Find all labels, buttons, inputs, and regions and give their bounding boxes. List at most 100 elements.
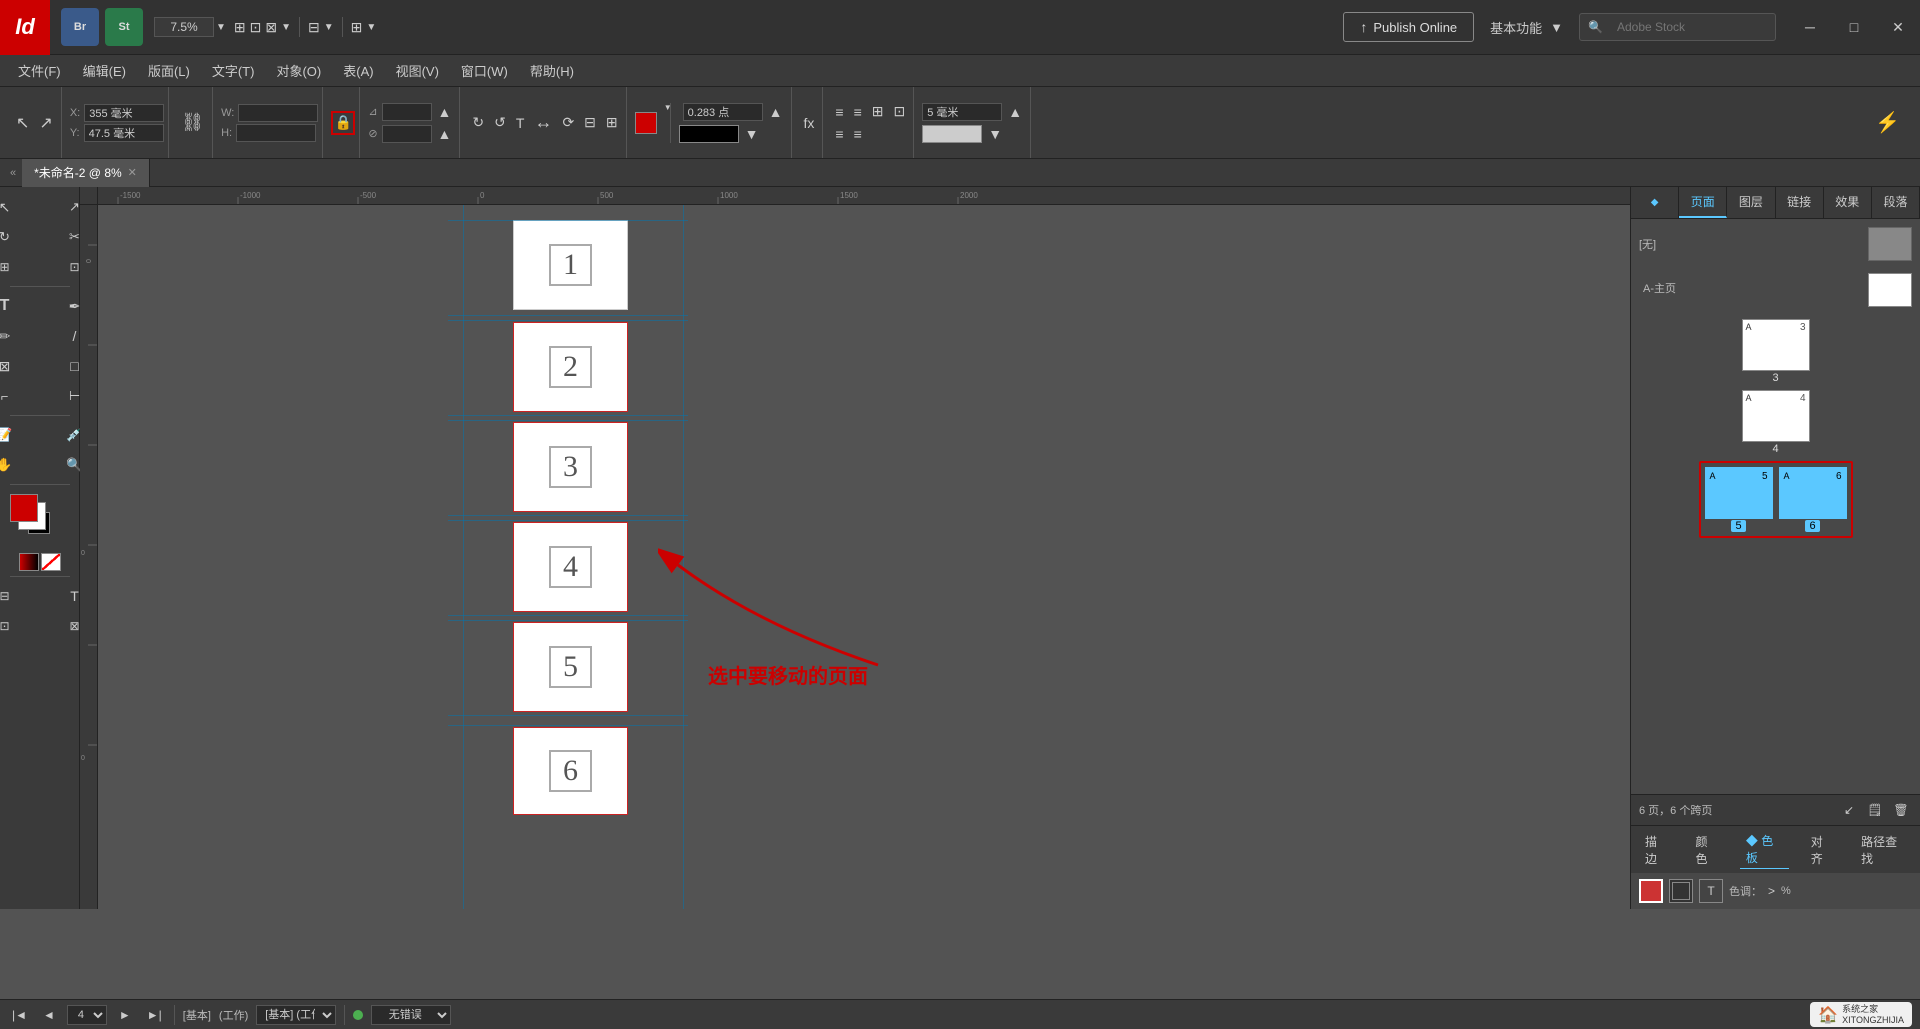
menu-window[interactable]: 窗口(W): [451, 57, 518, 84]
rotate-ccw-icon[interactable]: ↺: [490, 112, 510, 133]
measure-input[interactable]: [922, 103, 1002, 121]
page-number-select[interactable]: 4: [67, 1005, 107, 1025]
expand-icon[interactable]: ⊡: [889, 101, 909, 122]
fx-icon[interactable]: fx: [800, 113, 819, 133]
text-tool[interactable]: T: [0, 292, 39, 320]
tab-color[interactable]: 颜色: [1689, 831, 1723, 869]
bridge-icon[interactable]: Br: [61, 8, 99, 46]
page-2[interactable]: 2: [513, 322, 628, 412]
x-input[interactable]: [84, 104, 164, 122]
page-row-3[interactable]: A 3 3: [1742, 319, 1810, 384]
page-thumb-4[interactable]: A 4: [1742, 390, 1810, 442]
menu-edit[interactable]: 编辑(E): [73, 57, 136, 84]
y-input[interactable]: [84, 124, 164, 142]
shear-up[interactable]: ▲: [434, 124, 456, 144]
select-tool[interactable]: ↖: [12, 111, 33, 135]
menu-file[interactable]: 文件(F): [8, 57, 71, 84]
page-3[interactable]: 3: [513, 422, 628, 512]
page-thumb-6[interactable]: A 6: [1779, 467, 1847, 519]
toolbar-icon-1[interactable]: ⊞: [234, 19, 246, 36]
tab-stroke[interactable]: 描边: [1639, 831, 1673, 869]
layer-tool[interactable]: ⊡: [0, 612, 39, 640]
toolbar-dropdown-3[interactable]: ▼: [366, 22, 376, 33]
flip-v-icon[interactable]: ⟳: [558, 112, 578, 133]
note-tool[interactable]: 📝: [0, 421, 39, 449]
page-5[interactable]: 5: [513, 622, 628, 712]
panel-new-page-btn[interactable]: 🗒: [1864, 799, 1886, 821]
stroke-dropdown[interactable]: ▼: [741, 124, 763, 144]
pencil-tool[interactable]: ✏: [0, 322, 39, 350]
last-page-btn[interactable]: ►|: [143, 1008, 166, 1022]
flip-h-icon[interactable]: ↔: [530, 110, 556, 135]
page-thumb-3[interactable]: A 3: [1742, 319, 1810, 371]
tab-align[interactable]: 对齐: [1805, 831, 1839, 869]
page-row-4[interactable]: A 4 4: [1742, 390, 1810, 455]
align-center-icon[interactable]: ≡: [850, 102, 866, 122]
rotate-cw-icon[interactable]: ↻: [468, 112, 488, 133]
angle-input[interactable]: [382, 103, 432, 121]
toolbar-icon-5[interactable]: ⊞: [351, 19, 363, 36]
menu-view[interactable]: 视图(V): [386, 57, 449, 84]
swatch-text[interactable]: T: [1699, 879, 1723, 903]
select-tool-left[interactable]: ↖: [0, 193, 39, 221]
tab-panel-links[interactable]: 链接: [1776, 187, 1824, 218]
frame-tool[interactable]: ⊠: [0, 352, 39, 380]
page-row-5[interactable]: A 5 5: [1705, 467, 1773, 532]
menu-object[interactable]: 对象(O): [266, 57, 331, 84]
gradient-swatch[interactable]: [19, 553, 39, 571]
measure-up[interactable]: ▲: [1004, 102, 1026, 122]
master-a-thumb[interactable]: [1868, 273, 1912, 307]
toolbar-icon-2[interactable]: ⊡: [250, 19, 262, 36]
align-right-icon[interactable]: ⊞: [868, 101, 888, 122]
pages-canvas[interactable]: 1 2 3: [98, 205, 1630, 909]
tone-arrow[interactable]: >: [1768, 884, 1775, 898]
collapse-left-icon[interactable]: «: [4, 167, 22, 179]
tab-panel-layers[interactable]: 图层: [1727, 187, 1775, 218]
swatch-red[interactable]: [1639, 879, 1663, 903]
rect-frame-tool[interactable]: ⊟: [0, 582, 39, 610]
distribute-icon[interactable]: ⊟: [580, 112, 600, 133]
h-input[interactable]: [236, 124, 316, 142]
angle-up[interactable]: ▲: [434, 102, 456, 122]
error-dropdown[interactable]: 无错误: [371, 1005, 451, 1025]
page-1[interactable]: 1: [513, 220, 628, 310]
panel-delete-page-btn[interactable]: 🗑: [1890, 799, 1912, 821]
shear-input[interactable]: [382, 125, 432, 143]
zoom-dropdown-icon[interactable]: ▼: [216, 22, 226, 33]
align-left2-icon[interactable]: ≡: [831, 124, 847, 144]
menu-help[interactable]: 帮助(H): [520, 57, 584, 84]
zoom-input[interactable]: 7.5%: [154, 17, 214, 37]
align-icon[interactable]: ⊞: [602, 112, 622, 133]
toolbar-dropdown-2[interactable]: ▼: [324, 22, 334, 33]
toolbar-icon-3[interactable]: ⊠: [265, 19, 277, 36]
none-thumb[interactable]: [1868, 227, 1912, 261]
page-thumb-5[interactable]: A 5: [1705, 467, 1773, 519]
constrain-icon[interactable]: ⛓: [177, 110, 208, 135]
tab-panel-pages[interactable]: 页面: [1679, 187, 1727, 218]
direct-select-tool[interactable]: ↗: [35, 111, 56, 135]
rotate-tool[interactable]: ↻: [0, 223, 39, 251]
measure-dropdown[interactable]: ▼: [984, 124, 1006, 144]
hand-tool[interactable]: ✋: [0, 451, 39, 479]
page-6[interactable]: 6: [513, 727, 628, 815]
canvas-area[interactable]: -1500 -1000 -500 0 500 1000 1500 2000: [80, 187, 1630, 909]
maximize-button[interactable]: □: [1832, 0, 1876, 55]
tab-panel-para[interactable]: 段落: [1872, 187, 1920, 218]
tab-panel-effects[interactable]: 效果: [1824, 187, 1872, 218]
swatch-frame[interactable]: [1669, 879, 1693, 903]
text-icon[interactable]: T: [512, 113, 529, 133]
stock-icon[interactable]: St: [105, 8, 143, 46]
table-tool[interactable]: ⊞: [0, 253, 39, 281]
menu-layout[interactable]: 版面(L): [138, 57, 200, 84]
corner-tool[interactable]: ⌐: [0, 382, 39, 410]
prev-page-btn[interactable]: ◄: [39, 1008, 59, 1022]
stroke-input[interactable]: [683, 103, 763, 121]
publish-online-button[interactable]: ↑ Publish Online: [1343, 12, 1474, 42]
panel-new-master-btn[interactable]: ↙: [1838, 799, 1860, 821]
stroke-up[interactable]: ▲: [765, 102, 787, 122]
lightning-icon[interactable]: ⚡: [1871, 108, 1904, 137]
fill-swatch[interactable]: [10, 494, 38, 522]
tab-path[interactable]: 路径查找: [1855, 831, 1912, 869]
toolbar-icon-4[interactable]: ⊟: [308, 19, 320, 36]
tab-swatches[interactable]: ◆ 色板: [1740, 830, 1789, 869]
